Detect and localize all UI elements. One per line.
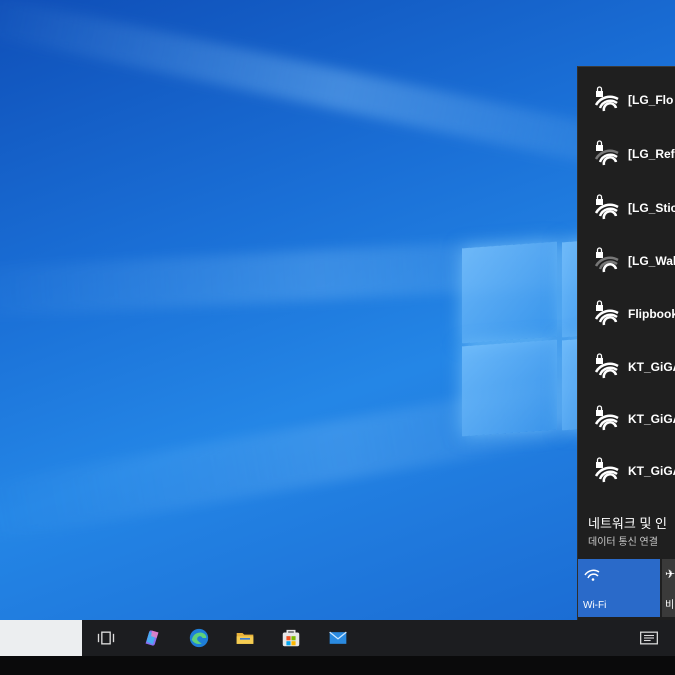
network-flyout: [LG_Flo [LG_Ref [LG_Stic [LG_Wal Flipboo… xyxy=(577,66,675,621)
network-name: [LG_Ref xyxy=(628,147,675,161)
wifi-secured-icon xyxy=(592,352,622,382)
wifi-secured-icon xyxy=(592,246,622,276)
airplane-tile-label: 비 xyxy=(665,600,675,611)
network-name: KT_GiGA xyxy=(628,412,675,426)
wifi-secured-icon xyxy=(592,85,622,115)
network-name: [LG_Wal xyxy=(628,254,675,268)
network-item[interactable]: [LG_Flo xyxy=(578,74,675,126)
screen-bezel xyxy=(0,656,675,675)
task-view-icon[interactable] xyxy=(93,626,119,650)
taskbar xyxy=(0,620,675,656)
network-item[interactable]: [LG_Ref xyxy=(578,128,675,180)
network-name: [LG_Flo xyxy=(628,93,674,107)
mail-icon[interactable] xyxy=(325,626,351,650)
wifi-secured-icon xyxy=(592,139,622,169)
copilot-icon[interactable] xyxy=(139,626,165,650)
network-item[interactable]: KT_GiGA xyxy=(578,393,675,445)
network-item[interactable]: KT_GiGA_ xyxy=(578,445,675,497)
network-name: Flipbook xyxy=(628,307,675,321)
network-name: KT_GiGA_ xyxy=(628,464,675,478)
light-beam xyxy=(0,0,675,189)
airplane-mode-tile[interactable]: ✈ 비 xyxy=(662,559,675,617)
wifi-icon xyxy=(584,567,600,581)
edge-icon[interactable] xyxy=(186,626,212,650)
network-item[interactable]: [LG_Wal xyxy=(578,235,675,287)
wifi-secured-icon xyxy=(592,299,622,329)
search-box[interactable] xyxy=(0,620,82,656)
network-settings-link[interactable]: 네트워크 및 인 xyxy=(588,513,667,532)
network-item[interactable]: KT_GiGA xyxy=(578,341,675,393)
microsoft-store-icon[interactable] xyxy=(278,626,304,650)
wifi-secured-icon xyxy=(592,456,622,486)
wifi-toggle-tile[interactable]: Wi-Fi xyxy=(578,559,660,617)
network-item[interactable]: [LG_Stic xyxy=(578,182,675,234)
airplane-icon: ✈ xyxy=(665,567,675,581)
network-name: [LG_Stic xyxy=(628,201,675,215)
network-item[interactable]: Flipbook xyxy=(578,288,675,340)
wifi-secured-icon xyxy=(592,193,622,223)
network-settings-subtitle: 데이터 통신 연결 xyxy=(588,537,658,548)
wifi-secured-icon xyxy=(592,404,622,434)
desktop-wallpaper xyxy=(0,0,675,620)
wifi-tile-label: Wi-Fi xyxy=(583,600,607,611)
network-name: KT_GiGA xyxy=(628,360,675,374)
file-explorer-icon[interactable] xyxy=(232,626,258,650)
action-center-icon[interactable] xyxy=(636,626,662,650)
